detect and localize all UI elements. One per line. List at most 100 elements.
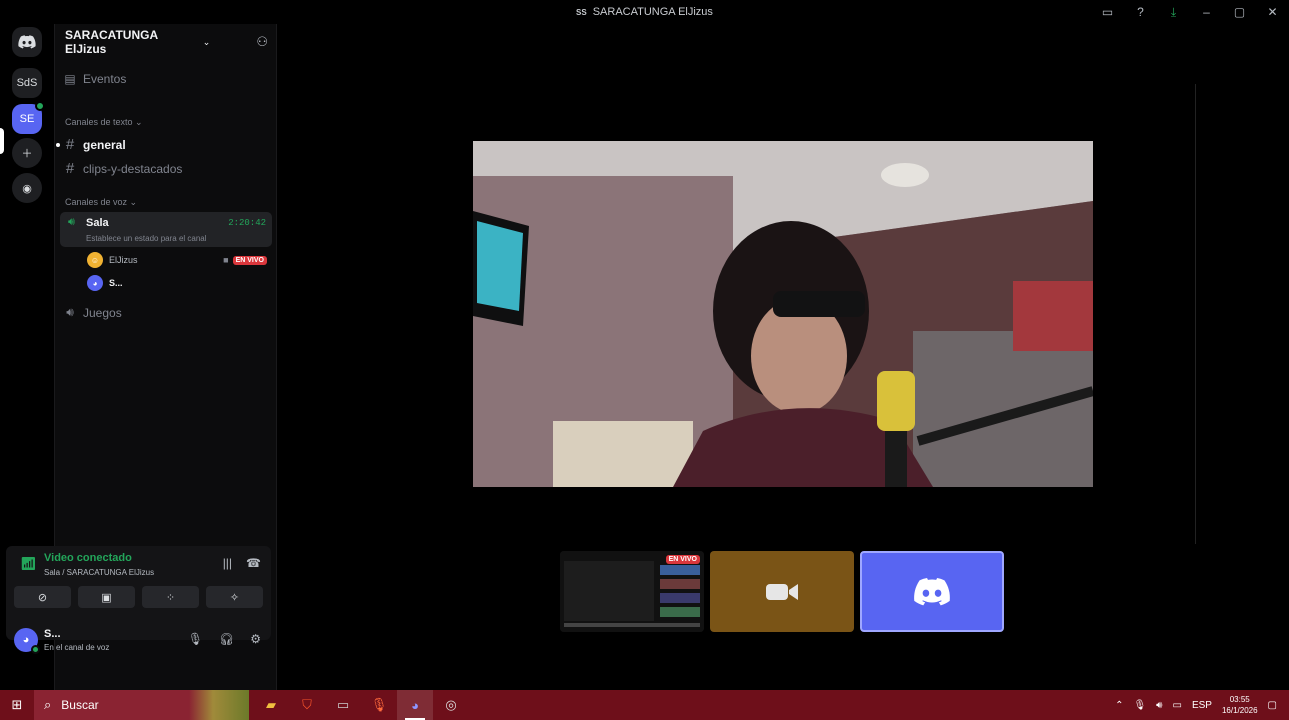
server-name: SARACATUNGA ElJizus	[65, 28, 158, 56]
active-server-indicator	[0, 128, 4, 154]
video-stage: EN VIVO	[278, 24, 1289, 690]
unread-indicator	[56, 142, 60, 147]
brave-browser-icon[interactable]: ⛉	[289, 690, 325, 720]
obs-icon[interactable]: ◎	[433, 690, 469, 720]
voice-status[interactable]: Video conectado	[44, 552, 132, 564]
voice-category-label: Canales de voz	[65, 197, 128, 207]
language-indicator[interactable]: ESP	[1192, 700, 1212, 711]
app-window-icon[interactable]: ▭	[325, 690, 361, 720]
network-icon[interactable]: ▭	[1172, 700, 1181, 711]
chevron-down-icon: ⌄	[202, 36, 211, 47]
camera-thumbnail[interactable]	[710, 551, 854, 632]
clock[interactable]: 03:55 16/1/2026	[1222, 694, 1258, 716]
voice-category[interactable]: Canales de voz ⌄	[65, 197, 137, 208]
server-sds[interactable]: SdS	[12, 68, 42, 98]
server-badge: SS	[576, 7, 587, 17]
invite-people-icon[interactable]: ⚇	[256, 34, 268, 50]
explore-icon[interactable]: ◉	[12, 173, 42, 203]
speaker-icon: 🔊︎	[68, 216, 75, 228]
user-status: En el canal de voz	[44, 643, 110, 652]
live-badge: EN VIVO	[665, 555, 700, 564]
divider	[1195, 84, 1196, 544]
signal-icon[interactable]: 📶︎	[20, 556, 37, 572]
search-icon: ⌕	[44, 697, 52, 712]
server-se-label: SE	[19, 113, 35, 125]
text-category[interactable]: Canales de texto ⌄	[65, 117, 143, 128]
voice-channel-name: Sala	[86, 217, 109, 229]
help-icon[interactable]: ?	[1124, 0, 1157, 24]
voice-member[interactable]: ◕ S...	[87, 275, 267, 291]
hash-icon: #	[65, 136, 75, 153]
window-title-text: SARACATUNGA ElJizus	[592, 6, 713, 18]
disconnect-icon[interactable]: ☎	[246, 556, 261, 570]
voice-channel-sala[interactable]: 🔊︎ Sala 2:20:42 Establece un estado para…	[60, 212, 272, 247]
channel-status[interactable]: Establece un estado para el canal	[86, 234, 207, 243]
voice-subtitle[interactable]: Sala / SARACATUNGA ElJizus	[44, 568, 154, 577]
text-category-label: Canales de texto	[65, 117, 133, 127]
server-se[interactable]: SE	[12, 101, 45, 134]
microphone-icon[interactable]: 🎙︎	[1133, 700, 1146, 711]
channel-general[interactable]: # general	[56, 136, 271, 153]
server-header[interactable]: SARACATUNGA ElJizus ⌄ ⚇	[55, 24, 278, 60]
calendar-icon: ▤	[64, 72, 76, 86]
screen-share-button[interactable]: ▣	[78, 586, 135, 608]
channel-clips-label: clips-y-destacados	[83, 161, 183, 176]
user-panel: ◕ S... En el canal de voz 🎙︎ 🎧︎ ⚙	[6, 624, 271, 664]
inbox-icon[interactable]: ▭	[1091, 0, 1124, 24]
live-badge: EN VIVO	[232, 255, 267, 265]
channel-clips[interactable]: # clips-y-destacados	[61, 160, 271, 177]
discord-taskbar-icon[interactable]: ◕	[397, 690, 433, 720]
microphone-icon[interactable]: 🎙︎	[188, 632, 203, 646]
voice-channel-juegos[interactable]: 🔊︎ Juegos	[61, 305, 271, 320]
events-item[interactable]: ▤ Eventos	[61, 72, 271, 86]
online-indicator	[31, 645, 40, 654]
voice-timer: 2:20:42	[228, 218, 266, 228]
clock-date: 16/1/2026	[1221, 706, 1258, 715]
participant-strip: EN VIVO	[560, 551, 1004, 632]
notification-dot	[35, 101, 45, 111]
voice-channel-juegos-label: Juegos	[83, 305, 122, 320]
window-title: SS SARACATUNGA ElJizus	[576, 6, 713, 18]
chevron-up-icon[interactable]: ⌃	[1115, 700, 1123, 711]
discord-home-icon[interactable]	[12, 27, 42, 57]
close-icon[interactable]: ✕	[1256, 0, 1289, 24]
user-name[interactable]: S...	[44, 628, 61, 640]
video-camera-icon	[766, 583, 798, 600]
windows-taskbar: ⊞ ⌕ Buscar ▰ ⛉ ▭ 🎙︎ ◕ ◎ ⌃ 🎙︎ 🔊︎ ▭ ESP 03…	[0, 690, 1289, 720]
camera-toggle-button[interactable]: ⊘	[14, 586, 71, 608]
events-label: Eventos	[83, 72, 127, 86]
activities-button[interactable]: ⁘	[142, 586, 199, 608]
noise-suppression-icon[interactable]: |||	[223, 556, 232, 570]
discord-logo-icon	[914, 577, 950, 605]
search-placeholder: Buscar	[61, 698, 99, 712]
recorder-icon[interactable]: 🎙︎	[361, 690, 397, 720]
webcam-frame	[473, 141, 1093, 487]
member-name: ElJizus	[109, 255, 138, 265]
download-icon[interactable]: ⤓	[1157, 0, 1190, 24]
file-explorer-icon[interactable]: ▰	[253, 690, 289, 720]
maximize-icon[interactable]: ▢	[1223, 0, 1256, 24]
main-video-feed[interactable]	[473, 141, 1093, 487]
avatar[interactable]: ◕	[14, 628, 40, 654]
channel-general-label: general	[83, 137, 126, 152]
headphones-icon[interactable]: 🎧︎	[219, 632, 234, 646]
voice-member[interactable]: ☺ ElJizus ■ EN VIVO	[87, 252, 267, 268]
notifications-icon[interactable]: ▢	[1268, 700, 1277, 711]
avatar: ◕	[87, 275, 103, 291]
stream-thumbnail[interactable]: EN VIVO	[560, 551, 704, 632]
taskbar-search[interactable]: ⌕ Buscar	[34, 690, 249, 720]
speaker-icon: 🔊︎	[66, 305, 74, 319]
member-name: S...	[109, 278, 123, 288]
discord-avatar-thumbnail[interactable]	[860, 551, 1004, 632]
volume-icon[interactable]: 🔊︎	[1156, 700, 1162, 711]
windows-start-icon[interactable]: ⊞	[0, 690, 34, 720]
add-server-icon[interactable]: ＋	[12, 138, 42, 168]
soundboard-button[interactable]: ✧	[206, 586, 263, 608]
camera-icon: ■	[223, 255, 229, 265]
minimize-icon[interactable]: –	[1190, 0, 1223, 24]
avatar: ☺	[87, 252, 103, 268]
settings-icon[interactable]: ⚙	[250, 632, 261, 646]
hash-icon: #	[65, 160, 75, 177]
title-bar: SS SARACATUNGA ElJizus ▭ ? ⤓ – ▢ ✕	[0, 0, 1289, 24]
clock-time: 03:55	[1229, 695, 1250, 704]
